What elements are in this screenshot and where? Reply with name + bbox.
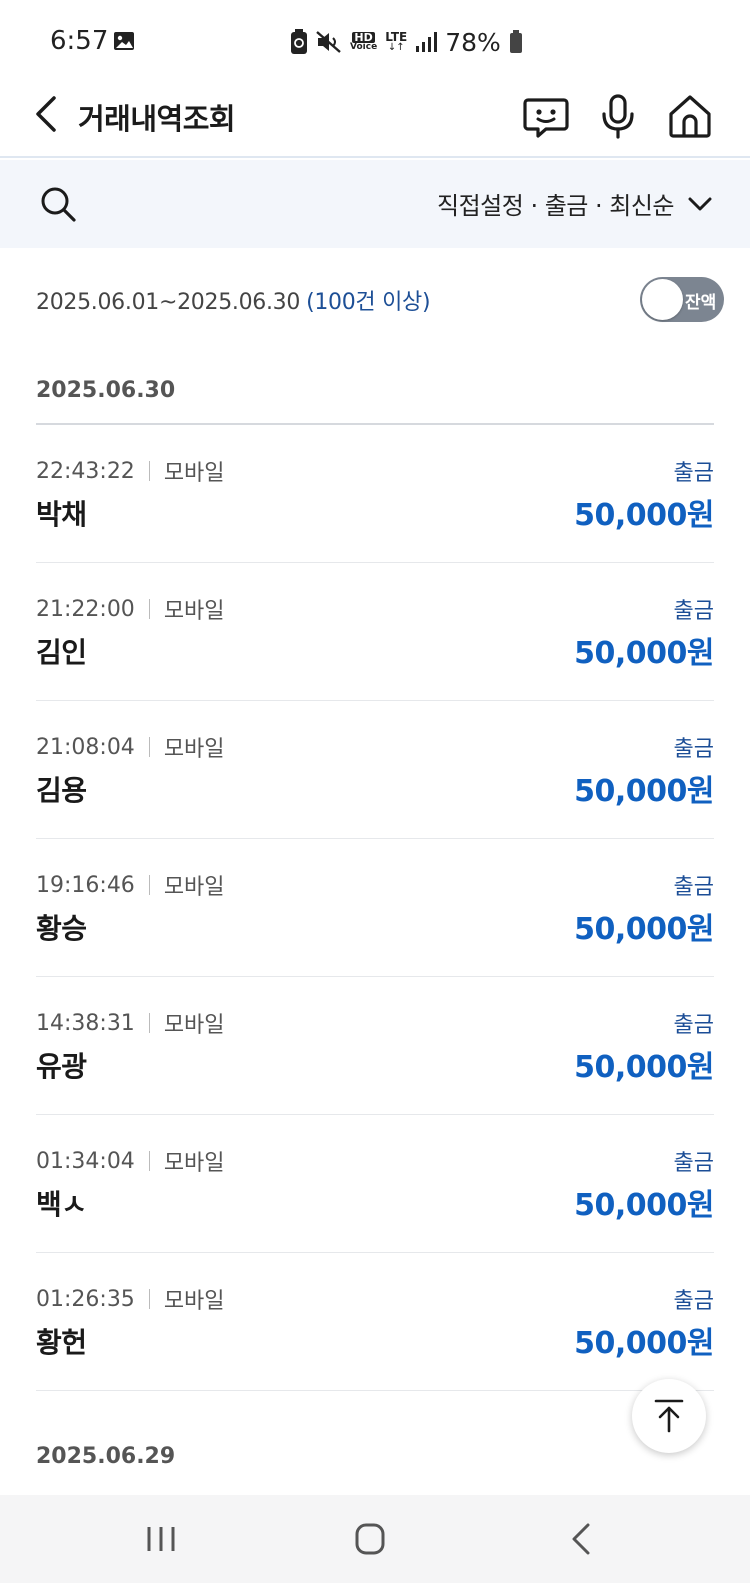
data-arrows-icon: ↓↑ — [387, 42, 405, 53]
transaction-meta: 22:43:22 모바일 — [36, 455, 225, 487]
transaction-time: 21:22:00 — [36, 596, 135, 622]
period-range: 2025.06.01~2025.06.30 (100건 이상) — [36, 284, 431, 316]
transaction-type: 출금 — [673, 1289, 714, 1314]
toggle-knob — [642, 279, 683, 320]
transaction-row[interactable]: 01:34:04 모바일 백ㅅ 출금 50,000원 — [36, 1115, 714, 1253]
filter-summary-dropdown[interactable]: 직접설정 · 출금 · 최신순 — [437, 186, 712, 221]
lte-icon: LTE ↓↑ — [385, 31, 407, 53]
transaction-channel: 모바일 — [163, 1013, 225, 1038]
filter-summary-text: 직접설정 · 출금 · 최신순 — [437, 192, 675, 220]
status-icons: HD Voice LTE ↓↑ 78% — [290, 27, 523, 57]
status-time: 6:57 — [50, 26, 109, 56]
period-count: (100건 이상) — [306, 290, 431, 315]
transaction-time: 01:26:35 — [36, 1286, 135, 1312]
mute-icon — [316, 31, 341, 53]
scroll-top-button[interactable] — [632, 1379, 706, 1453]
transaction-meta: 01:26:35 모바일 — [36, 1283, 225, 1315]
battery-saver-icon — [291, 29, 307, 54]
transaction-row[interactable]: 19:16:46 모바일 황승 출금 50,000원 — [36, 839, 714, 977]
transaction-time: 22:43:22 — [36, 458, 135, 484]
transaction-meta: 01:34:04 모바일 — [36, 1145, 225, 1177]
transaction-amount: 50,000원 — [574, 636, 714, 671]
transaction-amount: 50,000원 — [574, 498, 714, 533]
chat-bot-icon[interactable] — [522, 92, 570, 140]
transaction-time: 01:34:04 — [36, 1148, 135, 1174]
microphone-icon[interactable] — [594, 92, 642, 140]
transaction-name: 김인 — [36, 636, 87, 669]
transaction-amount: 50,000원 — [574, 1326, 714, 1361]
transaction-type: 출금 — [673, 1151, 714, 1176]
transaction-amount: 50,000원 — [574, 1050, 714, 1085]
transaction-channel: 모바일 — [163, 461, 225, 486]
transaction-channel: 모바일 — [163, 1151, 225, 1176]
home-nav-icon[interactable] — [340, 1517, 400, 1561]
filter-bar: 직접설정 · 출금 · 최신순 — [0, 160, 750, 248]
transaction-row[interactable]: 14:38:31 모바일 유광 출금 50,000원 — [36, 977, 714, 1115]
transaction-meta: 21:22:00 모바일 — [36, 593, 225, 625]
date-group-header: 2025.06.29 — [36, 1444, 176, 1469]
balance-toggle[interactable]: 잔액 — [640, 277, 724, 322]
status-bar: 6:57 HD Voice LTE ↓↑ 78% — [0, 0, 750, 78]
transaction-row[interactable]: 21:08:04 모바일 김용 출금 50,000원 — [36, 701, 714, 839]
app-header: 거래내역조회 — [0, 78, 750, 158]
transaction-type: 출금 — [673, 1013, 714, 1038]
transaction-type: 출금 — [673, 875, 714, 900]
transaction-name: 황헌 — [36, 1326, 87, 1359]
transaction-channel: 모바일 — [163, 1289, 225, 1314]
page-title: 거래내역조회 — [78, 102, 236, 136]
transaction-name: 황승 — [36, 912, 87, 945]
transaction-amount: 50,000원 — [574, 912, 714, 947]
transaction-time: 14:38:31 — [36, 1010, 135, 1036]
transaction-time: 19:16:46 — [36, 872, 135, 898]
gallery-icon — [114, 32, 134, 50]
transaction-meta: 21:08:04 모바일 — [36, 731, 225, 763]
transaction-channel: 모바일 — [163, 737, 225, 762]
transaction-name: 백ㅅ — [36, 1188, 87, 1221]
transaction-amount: 50,000원 — [574, 1188, 714, 1223]
transaction-time: 21:08:04 — [36, 734, 135, 760]
transaction-row[interactable]: 01:26:35 모바일 황헌 출금 50,000원 — [36, 1253, 714, 1391]
transaction-name: 김용 — [36, 774, 87, 807]
chevron-down-icon — [688, 197, 712, 210]
transaction-type: 출금 — [673, 737, 714, 762]
transaction-type: 출금 — [673, 599, 714, 624]
home-icon[interactable] — [666, 92, 714, 140]
back-arrow-icon[interactable] — [32, 92, 62, 136]
balance-toggle-label: 잔액 — [685, 293, 717, 313]
transaction-type: 출금 — [673, 461, 714, 486]
transaction-amount: 50,000원 — [574, 774, 714, 809]
hd-voice-icon: HD Voice — [350, 32, 377, 52]
recent-apps-icon[interactable] — [131, 1517, 191, 1561]
period-range-text: 2025.06.01~2025.06.30 — [36, 290, 301, 315]
back-nav-icon[interactable] — [552, 1517, 612, 1561]
transaction-name: 유광 — [36, 1050, 87, 1083]
signal-icon — [416, 32, 438, 52]
transaction-meta: 19:16:46 모바일 — [36, 869, 225, 901]
date-group-header: 2025.06.30 — [36, 378, 176, 403]
transaction-meta: 14:38:31 모바일 — [36, 1007, 225, 1039]
battery-percent: 78% — [445, 27, 501, 57]
transaction-row[interactable]: 21:22:00 모바일 김인 출금 50,000원 — [36, 563, 714, 701]
search-icon[interactable] — [38, 184, 78, 224]
transaction-history-screen: 6:57 HD Voice LTE ↓↑ 78% 거래내역조회 직접설정 · 출… — [0, 0, 750, 1583]
battery-icon — [509, 30, 522, 53]
transaction-channel: 모바일 — [163, 599, 225, 624]
voice-label: Voice — [350, 42, 378, 52]
transaction-channel: 모바일 — [163, 875, 225, 900]
transaction-row[interactable]: 22:43:22 모바일 박채 출금 50,000원 — [36, 425, 714, 563]
transaction-name: 박채 — [36, 498, 87, 531]
system-nav-bar — [0, 1495, 750, 1583]
arrow-up-icon — [654, 1399, 684, 1433]
